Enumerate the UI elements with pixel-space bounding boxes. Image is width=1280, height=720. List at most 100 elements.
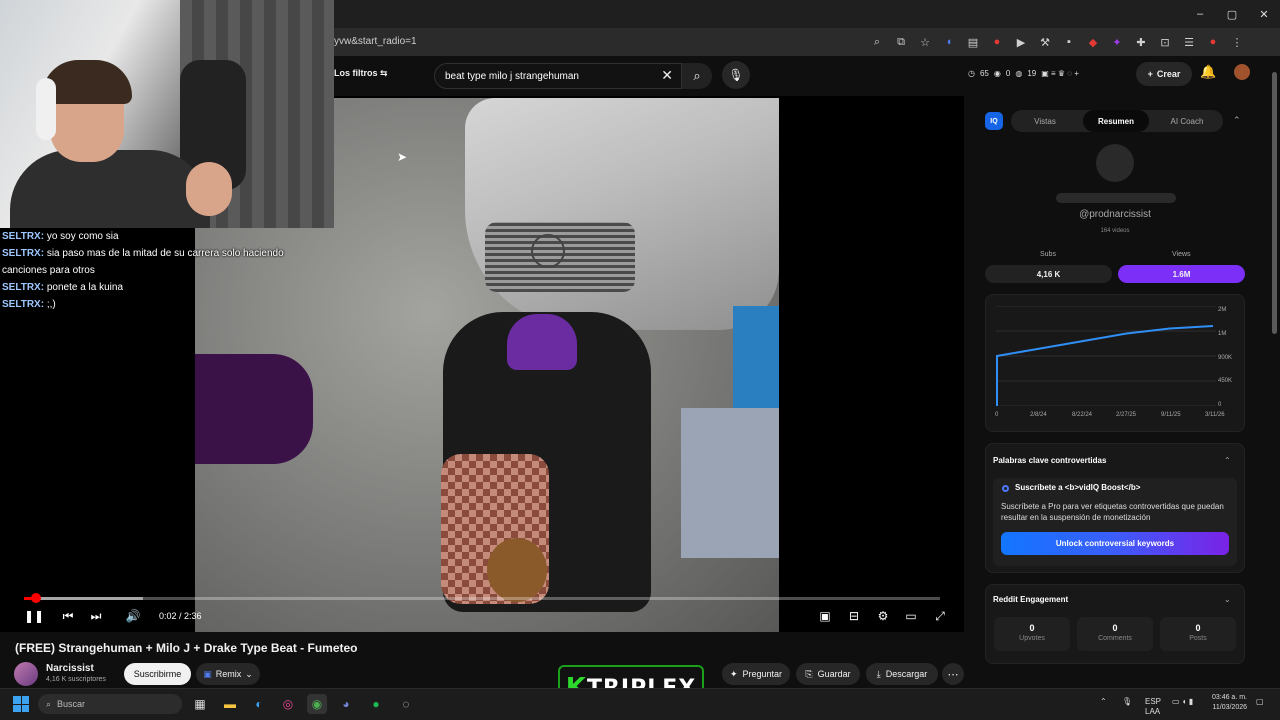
- chevron-up-icon[interactable]: ⌃: [1233, 115, 1241, 126]
- edge-icon[interactable]: ◐: [249, 694, 269, 714]
- stat-value: 19: [1027, 69, 1037, 78]
- search-box[interactable]: beat type milo j strangehuman ✕: [434, 63, 682, 89]
- ask-label: Preguntar: [742, 669, 783, 679]
- network-icon[interactable]: ▭ ◖ ▮: [1172, 697, 1193, 706]
- windows-start-icon[interactable]: [13, 696, 29, 712]
- extension-alert-icon[interactable]: ◆: [1084, 33, 1102, 51]
- previous-button[interactable]: ⏮: [60, 607, 76, 625]
- minimize-button[interactable]: –: [1184, 0, 1216, 28]
- subtitles-button[interactable]: ⊟: [845, 607, 863, 625]
- y-tick-label: 0: [1218, 402, 1222, 408]
- extension-purple-icon[interactable]: ✦: [1108, 33, 1126, 51]
- profile-icon[interactable]: ●: [1204, 33, 1222, 51]
- promo-heading: Suscríbete a <b>vidIQ Boost</b>: [1015, 483, 1141, 492]
- comments-label: Comments: [1098, 635, 1132, 642]
- tray-chevron-icon[interactable]: ⌃: [1100, 697, 1107, 706]
- search-input[interactable]: beat type milo j strangehuman: [445, 71, 579, 82]
- extension-reader-icon[interactable]: ▤: [964, 33, 982, 51]
- theater-mode-button[interactable]: ▭: [902, 607, 920, 625]
- app-icon[interactable]: ◌: [396, 694, 416, 714]
- create-button[interactable]: + Crear: [1136, 62, 1192, 86]
- create-label: Crear: [1156, 69, 1181, 79]
- scrollbar-thumb[interactable]: [1272, 72, 1277, 334]
- next-button[interactable]: ⏭: [88, 607, 104, 625]
- more-actions-button[interactable]: ⋯: [942, 663, 964, 685]
- channel-subscribers: 4,16 K suscriptores: [46, 676, 106, 683]
- extensions-puzzle-icon[interactable]: ✚: [1132, 33, 1150, 51]
- extension-tool-icon[interactable]: ⚒: [1036, 33, 1054, 51]
- chat-overlay: SELTRX: yo soy como sia SELTRX: sia paso…: [0, 228, 300, 313]
- taskbar-search[interactable]: ⌕ Buscar: [38, 694, 182, 714]
- reddit-comments: 0 Comments: [1077, 617, 1153, 651]
- chevron-up-icon[interactable]: ⌃: [1224, 456, 1231, 465]
- unlock-keywords-button[interactable]: Unlock controversial keywords: [1001, 532, 1229, 555]
- zoom-icon[interactable]: ⌕: [868, 33, 886, 51]
- remix-button[interactable]: ▣ Remix ⌄: [196, 663, 260, 685]
- chat-message: SELTRX: ponete a la kuina: [0, 279, 300, 296]
- address-bar[interactable]: yvw&start_radio=1: [334, 36, 417, 47]
- bookmark-star-icon[interactable]: ☆: [916, 33, 934, 51]
- browser-menu-icon[interactable]: ⋮: [1228, 33, 1246, 51]
- avatar[interactable]: [1234, 64, 1250, 80]
- chevron-icon[interactable]: ⌄: [1224, 595, 1231, 604]
- save-button[interactable]: ⎘ Guardar: [796, 663, 860, 685]
- volume-button[interactable]: 🔊: [124, 607, 142, 625]
- tab-vistas[interactable]: Vistas: [1011, 110, 1079, 132]
- views-pill[interactable]: 1.6M: [1118, 265, 1245, 283]
- channel-name[interactable]: Narcissist: [46, 663, 94, 674]
- chat-text: ;,): [46, 299, 56, 310]
- voice-search-button[interactable]: 🎙: [722, 61, 750, 89]
- spotify-icon[interactable]: ●: [366, 694, 386, 714]
- gear-icon: ⚙: [877, 609, 889, 623]
- discord-icon[interactable]: ◕: [336, 694, 356, 714]
- taskbar-clock[interactable]: 03:46 a. m. 11/03/2026: [1207, 693, 1247, 713]
- chat-username: SELTRX:: [2, 248, 45, 259]
- close-window-button[interactable]: ✕: [1248, 0, 1280, 28]
- notifications-icon[interactable]: ▢: [1256, 697, 1264, 706]
- chrome-icon[interactable]: ◉: [307, 694, 327, 714]
- extension-audio-icon[interactable]: ◖: [940, 33, 958, 51]
- bookmark-icon: ⎘: [805, 668, 813, 679]
- settings-button[interactable]: ⚙: [874, 607, 892, 625]
- download-button[interactable]: ⤓ Descargar: [866, 663, 938, 685]
- vidiq-icon: ▣: [203, 668, 212, 679]
- extension-play-icon[interactable]: ▶: [1012, 33, 1030, 51]
- microphone-tray-icon[interactable]: 🎙: [1122, 697, 1132, 706]
- posts-value: 0: [1195, 623, 1201, 633]
- subs-pill[interactable]: 4,16 K: [985, 265, 1112, 283]
- vidiq-player-button[interactable]: ▣: [816, 607, 834, 625]
- ask-button[interactable]: ✦ Preguntar: [722, 663, 790, 685]
- extension-red-icon[interactable]: ●: [988, 33, 1006, 51]
- maximize-button[interactable]: ▢: [1216, 0, 1248, 28]
- vidiq-header-icon[interactable]: ▣ ≡ ♛ ◌ +: [1041, 69, 1079, 78]
- subscribe-button[interactable]: Suscribirme: [124, 663, 191, 685]
- extension-icons: ⌕ ⧉ ☆ ◖ ▤ ● ▶ ⚒ ▪ ◆ ✦ ✚ ⊡ ☰ ● ⋮: [868, 33, 1246, 51]
- time-display: 0:02 / 2:36: [159, 611, 202, 621]
- taskbar-search-placeholder: Buscar: [57, 699, 86, 709]
- sidebar-icon[interactable]: ☰: [1180, 33, 1198, 51]
- scrubber-handle[interactable]: [30, 593, 41, 603]
- extension-window-icon[interactable]: ⊡: [1156, 33, 1174, 51]
- pause-button[interactable]: ❚❚: [24, 607, 44, 625]
- stat-value: 65: [979, 69, 989, 78]
- task-view-icon[interactable]: ▦: [190, 694, 210, 714]
- extension-ext-icon[interactable]: ▪: [1060, 33, 1078, 51]
- search-button[interactable]: ⌕: [682, 63, 712, 89]
- channel-avatar[interactable]: [14, 662, 38, 686]
- install-icon[interactable]: ⧉: [892, 33, 910, 51]
- file-explorer-icon[interactable]: ▬: [220, 694, 240, 714]
- plus-icon: +: [1147, 69, 1153, 79]
- remix-label: Remix: [215, 669, 242, 679]
- fullscreen-button[interactable]: ⤢: [931, 607, 949, 625]
- clear-search-icon[interactable]: ✕: [661, 67, 673, 84]
- filters-button[interactable]: Los filtros ⇆: [334, 68, 388, 79]
- language-indicator[interactable]: ESP LAA: [1145, 697, 1161, 717]
- progress-bar[interactable]: [24, 593, 940, 603]
- chat-username: SELTRX:: [2, 299, 45, 310]
- instagram-icon[interactable]: ◎: [278, 694, 298, 714]
- person-left: [195, 354, 313, 464]
- tab-resumen[interactable]: Resumen: [1083, 110, 1149, 132]
- vidiq-channel-avatar: [1096, 144, 1134, 182]
- notifications-bell-icon[interactable]: 🔔: [1200, 64, 1216, 80]
- tab-ai-coach[interactable]: AI Coach: [1153, 110, 1221, 132]
